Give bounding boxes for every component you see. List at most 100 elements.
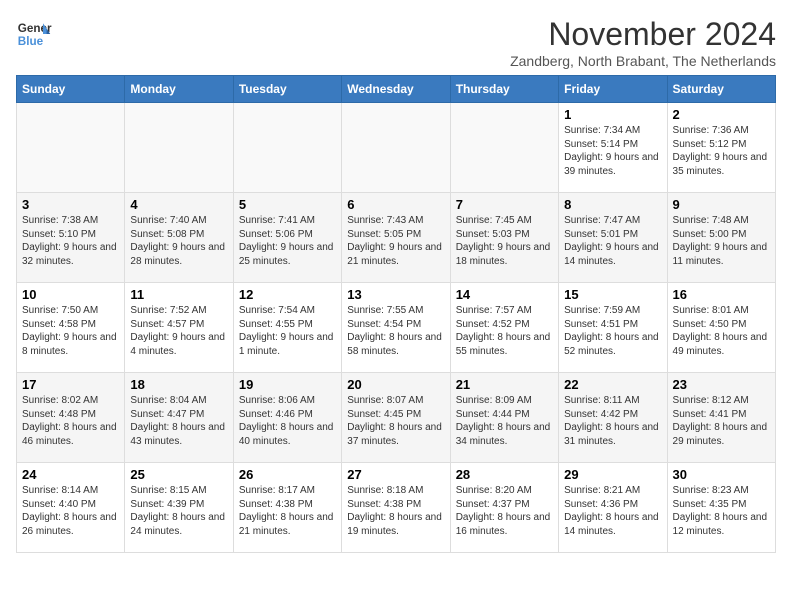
- calendar-cell: 11 Sunrise: 7:52 AM Sunset: 4:57 PM Dayli…: [125, 283, 233, 373]
- day-info: Sunrise: 8:06 AM Sunset: 4:46 PM Dayligh…: [239, 394, 336, 448]
- day-info: Sunrise: 8:11 AM Sunset: 4:42 PM Dayligh…: [564, 394, 661, 448]
- logo-icon: General Blue: [16, 16, 52, 52]
- day-info: Sunrise: 8:09 AM Sunset: 4:44 PM Dayligh…: [456, 394, 553, 448]
- calendar-cell: 9 Sunrise: 7:48 AM Sunset: 5:00 PM Daylig…: [667, 193, 775, 283]
- calendar-cell: 20Sunrise: 8:07 AM Sunset: 4:45 PM Dayli…: [342, 373, 450, 463]
- month-title: November 2024: [510, 16, 776, 53]
- calendar-cell: 14Sunrise: 7:57 AM Sunset: 4:52 PM Dayli…: [450, 283, 558, 373]
- day-number: 16: [673, 287, 770, 302]
- day-number: 22: [564, 377, 661, 392]
- day-info: Sunrise: 7:55 AM Sunset: 4:54 PM Dayligh…: [347, 304, 444, 358]
- calendar-cell: 19 Sunrise: 8:06 AM Sunset: 4:46 PM Dayli…: [233, 373, 341, 463]
- calendar-cell: 13 Sunrise: 7:55 AM Sunset: 4:54 PM Dayli…: [342, 283, 450, 373]
- week-row-3: 10 Sunrise: 7:50 AM Sunset: 4:58 PM Dayli…: [17, 283, 776, 373]
- week-row-5: 24 Sunrise: 8:14 AM Sunset: 4:40 PM Dayli…: [17, 463, 776, 553]
- col-saturday: Saturday: [667, 76, 775, 103]
- day-info: Sunrise: 7:50 AM Sunset: 4:58 PM Dayligh…: [22, 304, 119, 358]
- calendar-cell: 22 Sunrise: 8:11 AM Sunset: 4:42 PM Dayli…: [559, 373, 667, 463]
- day-number: 12: [239, 287, 336, 302]
- calendar-cell: 25 Sunrise: 8:15 AM Sunset: 4:39 PM Dayli…: [125, 463, 233, 553]
- day-info: Sunrise: 7:36 AM Sunset: 5:12 PM Dayligh…: [673, 124, 770, 178]
- day-number: 26: [239, 467, 336, 482]
- calendar-table: Sunday Monday Tuesday Wednesday Thursday…: [16, 75, 776, 553]
- calendar-cell: 17 Sunrise: 8:02 AM Sunset: 4:48 PM Dayli…: [17, 373, 125, 463]
- day-number: 5: [239, 197, 336, 212]
- day-number: 27: [347, 467, 444, 482]
- day-info: Sunrise: 7:54 AM Sunset: 4:55 PM Dayligh…: [239, 304, 336, 358]
- day-info: Sunrise: 8:02 AM Sunset: 4:48 PM Dayligh…: [22, 394, 119, 448]
- day-number: 1: [564, 107, 661, 122]
- calendar-cell: 29 Sunrise: 8:21 AM Sunset: 4:36 PM Dayli…: [559, 463, 667, 553]
- calendar-cell: 26 Sunrise: 8:17 AM Sunset: 4:38 PM Dayli…: [233, 463, 341, 553]
- day-info: Sunrise: 7:52 AM Sunset: 4:57 PM Dayligh…: [130, 304, 227, 358]
- week-row-2: 3 Sunrise: 7:38 AM Sunset: 5:10 PM Daylig…: [17, 193, 776, 283]
- calendar-cell: [125, 103, 233, 193]
- day-number: 15: [564, 287, 661, 302]
- day-number: 21: [456, 377, 553, 392]
- location-subtitle: Zandberg, North Brabant, The Netherlands: [510, 53, 776, 69]
- day-number: 6: [347, 197, 444, 212]
- day-info: Sunrise: 7:40 AM Sunset: 5:08 PM Dayligh…: [130, 214, 227, 268]
- calendar-cell: 3 Sunrise: 7:38 AM Sunset: 5:10 PM Daylig…: [17, 193, 125, 283]
- day-number: 10: [22, 287, 119, 302]
- day-number: 4: [130, 197, 227, 212]
- col-tuesday: Tuesday: [233, 76, 341, 103]
- calendar-cell: 12 Sunrise: 7:54 AM Sunset: 4:55 PM Dayli…: [233, 283, 341, 373]
- col-thursday: Thursday: [450, 76, 558, 103]
- calendar-cell: 27Sunrise: 8:18 AM Sunset: 4:38 PM Dayli…: [342, 463, 450, 553]
- day-number: 30: [673, 467, 770, 482]
- day-info: Sunrise: 8:21 AM Sunset: 4:36 PM Dayligh…: [564, 484, 661, 538]
- day-number: 7: [456, 197, 553, 212]
- day-number: 9: [673, 197, 770, 212]
- day-info: Sunrise: 8:20 AM Sunset: 4:37 PM Dayligh…: [456, 484, 553, 538]
- day-info: Sunrise: 8:15 AM Sunset: 4:39 PM Dayligh…: [130, 484, 227, 538]
- calendar-cell: 10 Sunrise: 7:50 AM Sunset: 4:58 PM Dayli…: [17, 283, 125, 373]
- day-info: Sunrise: 7:43 AM Sunset: 5:05 PM Dayligh…: [347, 214, 444, 268]
- day-number: 13: [347, 287, 444, 302]
- day-info: Sunrise: 8:23 AM Sunset: 4:35 PM Dayligh…: [673, 484, 770, 538]
- day-info: Sunrise: 8:01 AM Sunset: 4:50 PM Dayligh…: [673, 304, 770, 358]
- calendar-cell: 30 Sunrise: 8:23 AM Sunset: 4:35 PM Dayli…: [667, 463, 775, 553]
- calendar-cell: [17, 103, 125, 193]
- calendar-cell: 7 Sunrise: 7:45 AM Sunset: 5:03 PM Daylig…: [450, 193, 558, 283]
- calendar-cell: 6 Sunrise: 7:43 AM Sunset: 5:05 PM Daylig…: [342, 193, 450, 283]
- day-info: Sunrise: 7:38 AM Sunset: 5:10 PM Dayligh…: [22, 214, 119, 268]
- calendar-cell: 1 Sunrise: 7:34 AM Sunset: 5:14 PM Daylig…: [559, 103, 667, 193]
- day-number: 17: [22, 377, 119, 392]
- svg-text:Blue: Blue: [18, 35, 44, 48]
- col-sunday: Sunday: [17, 76, 125, 103]
- calendar-cell: 2 Sunrise: 7:36 AM Sunset: 5:12 PM Daylig…: [667, 103, 775, 193]
- day-number: 25: [130, 467, 227, 482]
- calendar-cell: 21 Sunrise: 8:09 AM Sunset: 4:44 PM Dayli…: [450, 373, 558, 463]
- week-row-1: 1 Sunrise: 7:34 AM Sunset: 5:14 PM Daylig…: [17, 103, 776, 193]
- day-info: Sunrise: 7:48 AM Sunset: 5:00 PM Dayligh…: [673, 214, 770, 268]
- header-row: Sunday Monday Tuesday Wednesday Thursday…: [17, 76, 776, 103]
- day-info: Sunrise: 8:17 AM Sunset: 4:38 PM Dayligh…: [239, 484, 336, 538]
- day-number: 18: [130, 377, 227, 392]
- day-info: Sunrise: 7:34 AM Sunset: 5:14 PM Dayligh…: [564, 124, 661, 178]
- calendar-cell: 15 Sunrise: 7:59 AM Sunset: 4:51 PM Dayli…: [559, 283, 667, 373]
- day-number: 29: [564, 467, 661, 482]
- logo: General Blue General Blue: [16, 16, 52, 52]
- week-row-4: 17 Sunrise: 8:02 AM Sunset: 4:48 PM Dayli…: [17, 373, 776, 463]
- day-info: Sunrise: 8:14 AM Sunset: 4:40 PM Dayligh…: [22, 484, 119, 538]
- calendar-cell: 24 Sunrise: 8:14 AM Sunset: 4:40 PM Dayli…: [17, 463, 125, 553]
- day-number: 28: [456, 467, 553, 482]
- col-monday: Monday: [125, 76, 233, 103]
- day-number: 11: [130, 287, 227, 302]
- day-number: 2: [673, 107, 770, 122]
- calendar-cell: 4 Sunrise: 7:40 AM Sunset: 5:08 PM Daylig…: [125, 193, 233, 283]
- calendar-body: 1 Sunrise: 7:34 AM Sunset: 5:14 PM Daylig…: [17, 103, 776, 553]
- calendar-cell: [342, 103, 450, 193]
- day-number: 3: [22, 197, 119, 212]
- day-number: 23: [673, 377, 770, 392]
- day-info: Sunrise: 7:59 AM Sunset: 4:51 PM Dayligh…: [564, 304, 661, 358]
- col-friday: Friday: [559, 76, 667, 103]
- day-info: Sunrise: 8:12 AM Sunset: 4:41 PM Dayligh…: [673, 394, 770, 448]
- day-number: 24: [22, 467, 119, 482]
- day-info: Sunrise: 7:45 AM Sunset: 5:03 PM Dayligh…: [456, 214, 553, 268]
- day-info: Sunrise: 8:07 AM Sunset: 4:45 PM Dayligh…: [347, 394, 444, 448]
- header: General Blue General Blue November 2024 …: [16, 16, 776, 69]
- calendar-cell: 5Sunrise: 7:41 AM Sunset: 5:06 PM Daylig…: [233, 193, 341, 283]
- day-number: 19: [239, 377, 336, 392]
